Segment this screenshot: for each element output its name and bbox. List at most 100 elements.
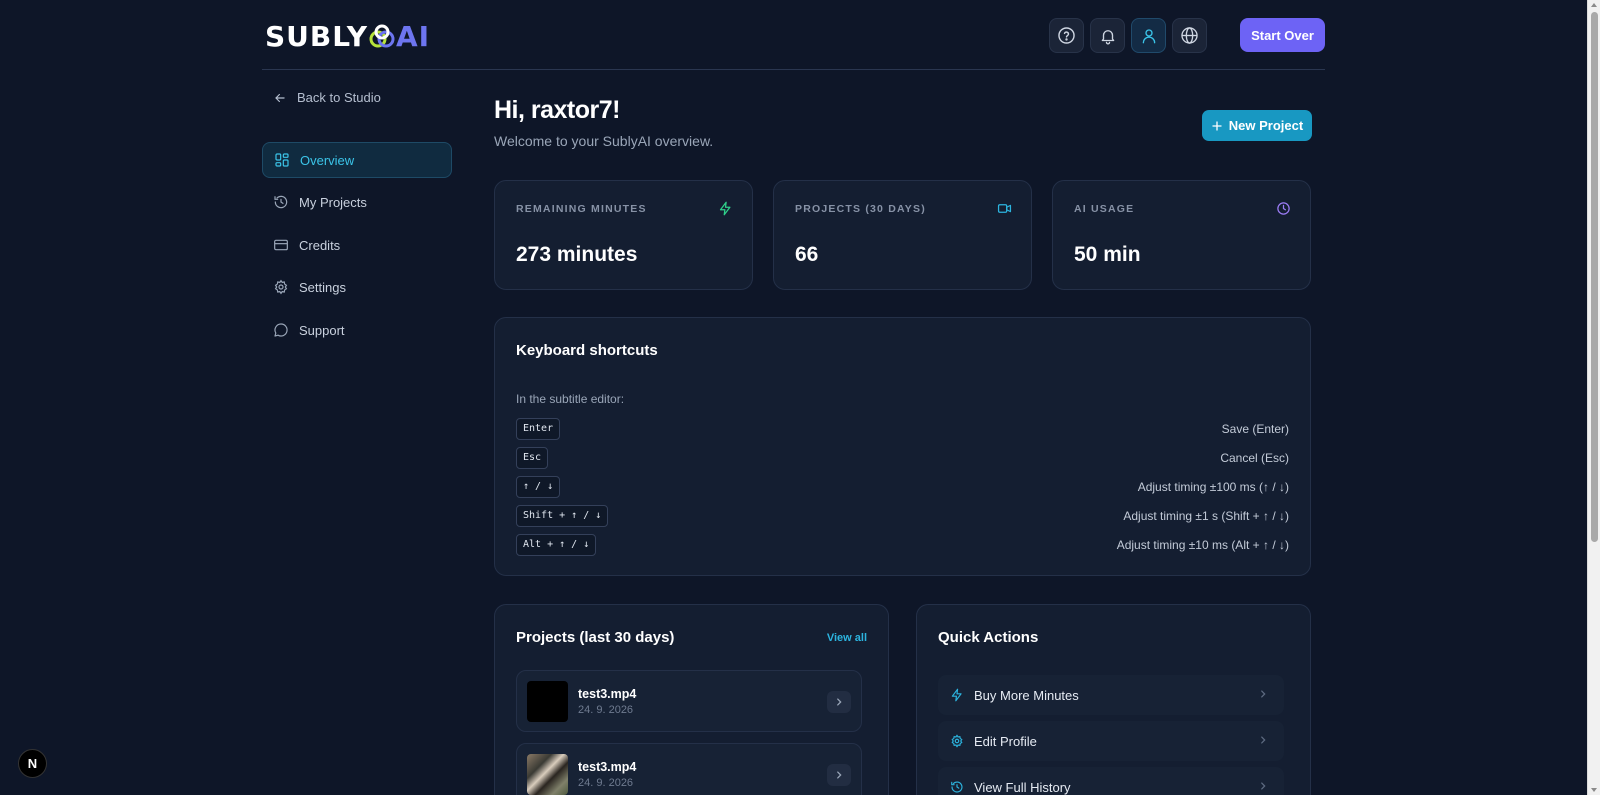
chevron-right-icon — [837, 771, 842, 779]
project-date: 24. 9. 2026 — [578, 777, 634, 789]
user-icon — [1142, 28, 1155, 43]
project-name: test3.mp4 — [578, 760, 637, 774]
stat-label: PROJECTS (30 DAYS) — [795, 203, 926, 215]
sidebar-item-credits[interactable]: Credits — [262, 227, 452, 263]
logo-mark-icon — [369, 24, 395, 48]
sidebar-item-my-projects[interactable]: My Projects — [262, 184, 452, 220]
project-thumbnail — [527, 681, 568, 722]
language-button[interactable] — [1172, 18, 1207, 53]
profile-button[interactable] — [1131, 18, 1166, 53]
shortcut-row: Esc Cancel (Esc) — [516, 447, 1289, 469]
back-to-studio-label: Back to Studio — [297, 90, 381, 105]
shortcut-row: Shift + ↑ / ↓ Adjust timing ±1 s (Shift … — [516, 505, 1289, 527]
sidebar-item-label: Support — [299, 322, 345, 338]
page-subtitle: Welcome to your SublyAI overview. — [494, 133, 714, 149]
project-list-item[interactable]: test3.mp4 24. 9. 2026 — [516, 670, 862, 732]
top-header: SUBLY AI Start Over — [262, 0, 1325, 70]
shortcut-row: Enter Save (Enter) — [516, 418, 1289, 440]
credit-card-icon — [274, 239, 288, 251]
quick-actions-title: Quick Actions — [938, 629, 1039, 646]
sidebar-item-support[interactable]: Support — [262, 312, 452, 348]
shortcut-description: Adjust timing ±10 ms (Alt + ↑ / ↓) — [1116, 538, 1289, 552]
stat-card-remaining-minutes: REMAINING MINUTES 273 minutes — [494, 180, 753, 290]
chevron-right-icon — [1261, 690, 1266, 698]
logo-text-main: SUBLY — [265, 19, 368, 53]
quick-action-label: View Full History — [974, 779, 1071, 795]
keyboard-shortcuts-title: Keyboard shortcuts — [516, 342, 658, 359]
shortcut-row: Alt + ↑ / ↓ Adjust timing ±10 ms (Alt + … — [516, 534, 1289, 556]
shortcut-row: ↑ / ↓ Adjust timing ±100 ms (↑ / ↓) — [516, 476, 1289, 498]
shortcut-description: Save (Enter) — [1221, 422, 1289, 436]
scroll-up-arrow-icon[interactable] — [1591, 3, 1597, 7]
project-name: test3.mp4 — [578, 687, 637, 701]
shortcut-key: Esc — [516, 447, 549, 469]
quick-action-label: Edit Profile — [974, 733, 1037, 749]
gear-icon — [274, 279, 288, 295]
shortcut-key: Enter — [516, 418, 561, 440]
page-title: Hi, raxtor7! — [494, 96, 620, 124]
chevron-right-icon — [1261, 782, 1266, 790]
stat-label: AI USAGE — [1074, 203, 1135, 215]
sidebar-item-label: Overview — [300, 152, 355, 168]
quick-action-label: Buy More Minutes — [974, 687, 1079, 703]
sidebar-item-overview[interactable]: Overview — [262, 142, 452, 178]
stat-value: 66 — [795, 243, 819, 266]
devtools-badge[interactable]: N — [18, 749, 47, 778]
shortcut-key: Shift + ↑ / ↓ — [516, 505, 609, 527]
clock-icon — [1277, 202, 1290, 215]
project-thumbnail — [527, 754, 568, 795]
notifications-button[interactable] — [1090, 18, 1125, 53]
stat-card-projects: PROJECTS (30 DAYS) 66 — [773, 180, 1032, 290]
recent-projects-title: Projects (last 30 days) — [516, 629, 675, 646]
quick-action-buy-minutes[interactable]: Buy More Minutes — [938, 675, 1284, 715]
plus-icon — [1212, 120, 1222, 131]
help-button[interactable] — [1049, 18, 1084, 53]
shortcut-key: ↑ / ↓ — [516, 476, 561, 498]
video-camera-icon — [997, 204, 1012, 213]
quick-actions-card: Quick Actions Buy More Minutes Edit Prof… — [916, 604, 1311, 795]
chat-bubble-icon — [274, 323, 288, 337]
overview-grid-icon — [275, 153, 289, 167]
scrollbar-thumb[interactable] — [1591, 12, 1598, 542]
arrow-left-icon — [275, 93, 285, 102]
scroll-down-arrow-icon[interactable] — [1591, 788, 1597, 792]
new-project-label: New Project — [1228, 118, 1304, 133]
stat-value: 273 minutes — [516, 243, 638, 266]
help-icon — [1058, 27, 1075, 44]
chevron-right-icon — [1261, 736, 1266, 744]
bell-icon — [1101, 29, 1114, 44]
recent-projects-card: Projects (last 30 days) View all test3.m… — [494, 604, 889, 795]
keyboard-shortcuts-card: Keyboard shortcuts In the subtitle edito… — [494, 317, 1311, 576]
sidebar-item-label: Settings — [299, 279, 346, 295]
lightning-icon — [719, 201, 731, 216]
open-project-button[interactable] — [827, 691, 851, 713]
logo[interactable]: SUBLY AI — [265, 16, 430, 56]
new-project-button[interactable]: New Project — [1202, 110, 1312, 141]
view-all-link[interactable]: View all — [827, 632, 867, 644]
sidebar-item-label: Credits — [299, 237, 341, 253]
logo-text-ai: AI — [396, 19, 431, 53]
globe-icon — [1181, 27, 1198, 44]
shortcut-description: Cancel (Esc) — [1220, 451, 1289, 465]
quick-action-edit-profile[interactable]: Edit Profile — [938, 721, 1284, 761]
sidebar-item-label: My Projects — [299, 194, 367, 210]
sidebar-item-settings[interactable]: Settings — [262, 269, 452, 305]
stat-card-ai-usage: AI USAGE 50 min — [1052, 180, 1311, 290]
back-to-studio-link[interactable]: Back to Studio — [273, 90, 381, 105]
history-icon — [274, 195, 288, 209]
keyboard-shortcuts-intro: In the subtitle editor: — [516, 392, 625, 406]
history-icon — [951, 781, 963, 793]
project-list-item[interactable]: test3.mp4 24. 9. 2026 — [516, 743, 862, 795]
lightning-icon — [951, 688, 962, 702]
project-date: 24. 9. 2026 — [578, 704, 634, 716]
stat-value: 50 min — [1074, 243, 1141, 266]
stat-label: REMAINING MINUTES — [516, 203, 647, 215]
gear-icon — [951, 734, 963, 748]
shortcut-description: Adjust timing ±1 s (Shift + ↑ / ↓) — [1123, 509, 1289, 523]
page-scrollbar[interactable] — [1587, 0, 1600, 795]
shortcut-key: Alt + ↑ / ↓ — [516, 534, 597, 556]
start-over-button[interactable]: Start Over — [1240, 18, 1325, 52]
chevron-right-icon — [837, 698, 842, 706]
quick-action-view-history[interactable]: View Full History — [938, 767, 1284, 795]
open-project-button[interactable] — [827, 764, 851, 786]
